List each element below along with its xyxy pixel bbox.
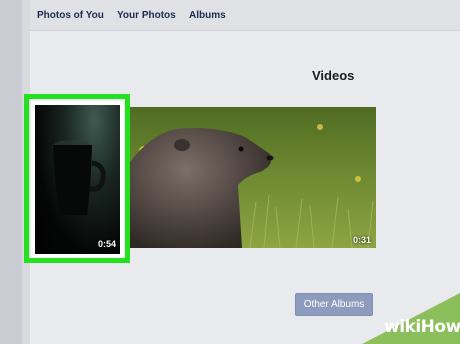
video-thumbnail-2[interactable]: 0:31 [130, 107, 376, 248]
tab-photos-of-you[interactable]: Photos of You [37, 10, 104, 21]
videos-section-title: Videos [312, 68, 355, 83]
watermark-text: wikiHow [384, 317, 460, 337]
wikihow-watermark: wikiHow [362, 293, 460, 344]
tab-albums[interactable]: Albums [189, 10, 226, 21]
groundhog-image [130, 107, 376, 248]
video-thumbnail-1[interactable]: 0:54 [31, 101, 124, 258]
left-sidebar-strip [0, 0, 22, 344]
video-duration-1: 0:54 [97, 239, 116, 249]
video-duration-2: 0:31 [352, 235, 371, 245]
mug-silhouette [52, 140, 106, 215]
tab-your-photos[interactable]: Your Photos [117, 10, 176, 21]
